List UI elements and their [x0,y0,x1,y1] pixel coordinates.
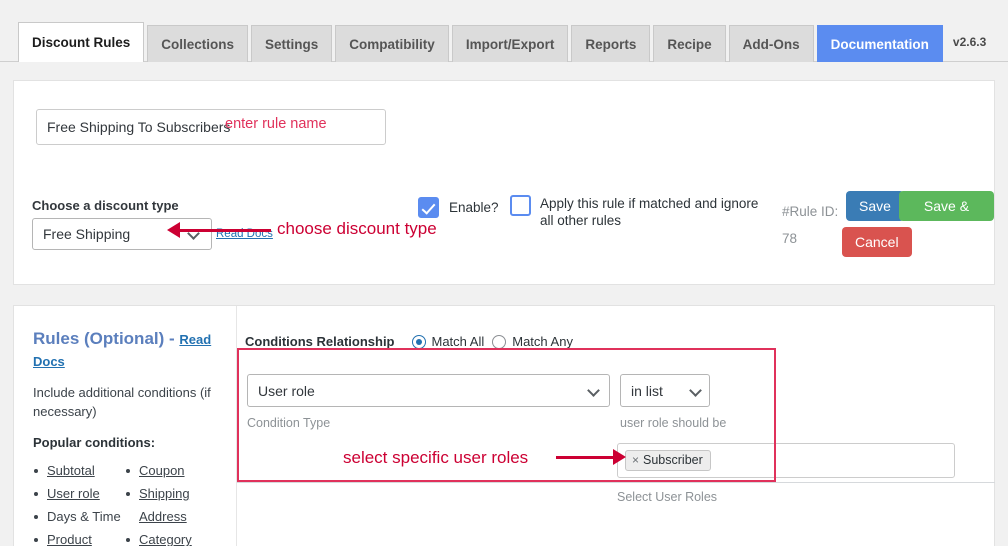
arrow-head-icon [167,222,180,238]
save-button[interactable]: Save [846,191,904,221]
annotation-discount-type: choose discount type [277,219,437,238]
tab-compatibility[interactable]: Compatibility [335,25,449,62]
annotation-user-roles: select specific user roles [343,448,529,467]
tab-label: Discount Rules [32,35,131,50]
condition-label: Coupon [139,463,185,478]
rule-header-card: Enable? Apply this rule if matched and i… [13,80,995,285]
condition-link-subtotal[interactable]: Subtotal [33,459,125,482]
enable-label: Enable? [449,200,499,215]
rules-sidebar: Rules (Optional) - Read Docs Include add… [33,328,223,546]
condition-label: User role [47,486,100,501]
exclusive-rule-checkbox-group[interactable]: Apply this rule if matched and ignore al… [510,195,770,229]
save-and-close-button[interactable]: Save & Close [899,191,994,244]
tab-documentation[interactable]: Documentation [816,25,943,62]
condition-operator-select[interactable]: in list [620,374,710,407]
popular-conditions-columns: Subtotal User role Days & Time Product C… [33,459,223,546]
conditions-relationship-row: Conditions Relationship Match All Match … [245,334,573,349]
tab-import-export[interactable]: Import/Export [451,25,569,62]
popular-conditions-label: Popular conditions: [33,435,156,450]
tab-label: Add-Ons [742,37,800,52]
condition-link-user-role[interactable]: User role [33,482,125,505]
rule-id-label: #Rule ID: [782,204,839,219]
tab-label: Settings [265,37,319,52]
popular-conditions-col-2: Coupon Shipping Address Category [125,459,217,546]
user-role-token-label: Subscriber [643,453,703,467]
condition-type-hint: Condition Type [247,416,331,430]
rule-name-input[interactable] [36,109,386,145]
rules-panel-title: Rules (Optional) - Read Docs [33,328,223,372]
annotation-arrow-discount-type [179,229,271,232]
annotation-arrow-user-roles [556,456,614,459]
exclusive-rule-checkbox[interactable] [510,195,531,216]
version-label: v2.6.3 [952,35,987,49]
condition-label: Days & Time [47,509,121,524]
condition-link-coupon[interactable]: Coupon [125,459,217,482]
radio-button-icon[interactable] [411,334,426,349]
user-roles-multiselect[interactable]: × Subscriber [617,443,955,478]
rule-id-value: 78 [782,231,798,246]
condition-label: Shipping Address [139,486,190,524]
main-tab-bar: Discount Rules Collections Settings Comp… [0,0,1008,62]
conditions-row-divider [237,482,995,483]
condition-label: Category [139,532,192,546]
radio-match-all-label: Match All [431,334,485,349]
enable-checkbox-group[interactable]: Enable? [418,197,499,218]
annotation-rule-name: enter rule name [225,116,327,132]
exclusive-rule-label: Apply this rule if matched and ignore al… [540,196,759,228]
condition-link-shipping-address[interactable]: Shipping Address [125,482,217,528]
radio-match-any-label: Match Any [512,334,573,349]
tab-recipe[interactable]: Recipe [653,25,726,62]
tab-reports[interactable]: Reports [571,25,651,62]
rules-description: Include additional conditions (if necess… [33,385,211,419]
tab-collections[interactable]: Collections [147,25,249,62]
tab-label: Documentation [830,37,929,52]
condition-link-days-time[interactable]: Days & Time [33,505,125,528]
tab-label: Reports [585,37,637,52]
tab-label: Collections [161,37,235,52]
condition-link-category[interactable]: Category [125,528,217,546]
conditions-relationship-label: Conditions Relationship [245,334,395,349]
condition-link-product[interactable]: Product [33,528,125,546]
tab-discount-rules[interactable]: Discount Rules [18,22,145,62]
radio-match-all[interactable]: Match All [411,334,485,349]
user-roles-hint: Select User Roles [617,490,718,504]
condition-label: Subtotal [47,463,95,478]
condition-operator-hint: user role should be [620,416,727,430]
user-role-token[interactable]: × Subscriber [625,450,711,471]
arrow-head-icon [613,449,626,465]
cancel-button[interactable]: Cancel [842,227,912,257]
discount-type-select[interactable]: Free Shipping [32,218,212,250]
condition-label: Product [47,532,92,546]
tab-label: Import/Export [465,37,555,52]
remove-token-icon[interactable]: × [632,453,639,467]
tab-label: Recipe [667,37,712,52]
tab-add-ons[interactable]: Add-Ons [728,25,814,62]
condition-type-select[interactable]: User role [247,374,610,407]
radio-match-any[interactable]: Match Any [492,334,573,349]
discount-type-label: Choose a discount type [32,198,179,213]
radio-button-icon[interactable] [492,334,507,349]
plugin-settings-page: Discount Rules Collections Settings Comp… [0,0,1008,546]
popular-conditions-col-1: Subtotal User role Days & Time Product [33,459,125,546]
rules-title-text: Rules (Optional) - [33,329,180,348]
rules-panel-divider [236,306,237,546]
tab-label: Compatibility [349,37,435,52]
tab-settings[interactable]: Settings [251,25,333,62]
enable-checkbox[interactable] [418,197,439,218]
